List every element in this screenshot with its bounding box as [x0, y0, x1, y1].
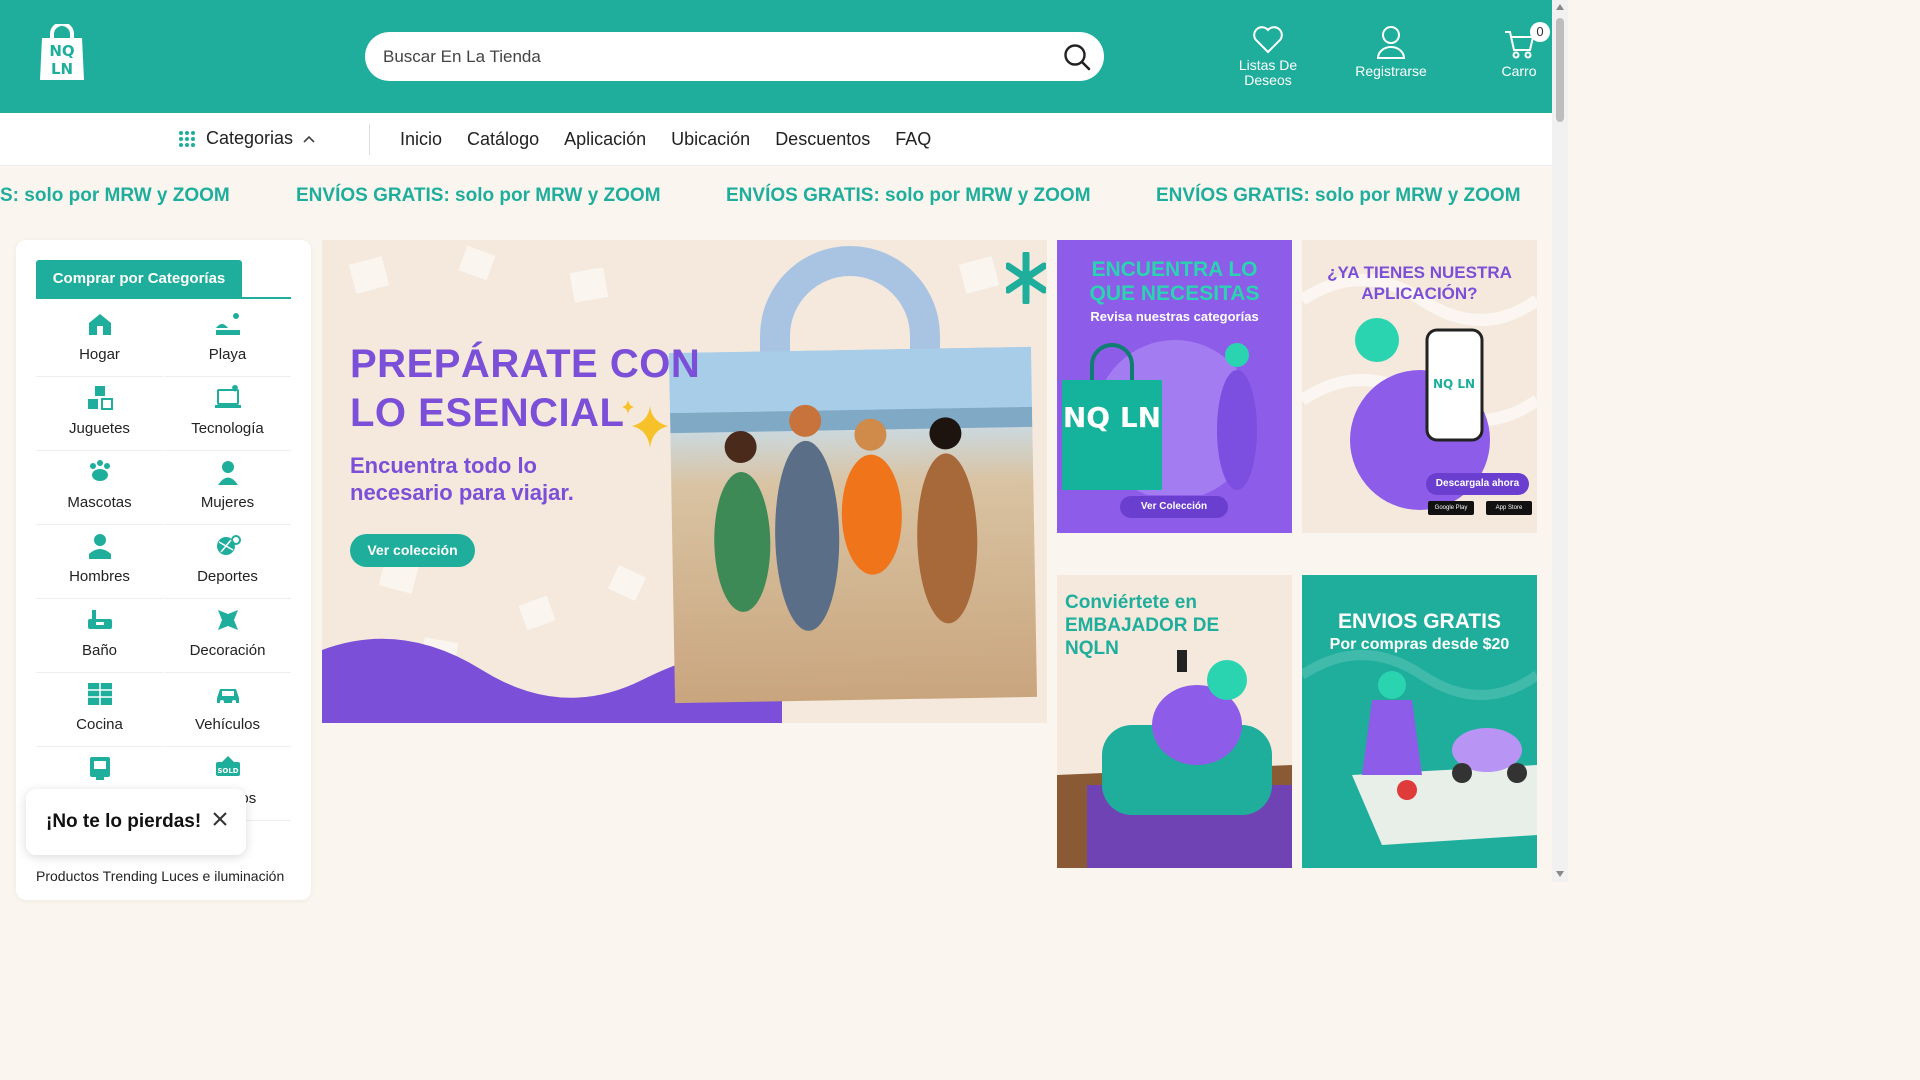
- nav-links: Inicio Catálogo Aplicación Ubicación Des…: [400, 129, 931, 150]
- card2-title: ¿YA TIENES NUESTRA APLICACIÓN?: [1327, 263, 1512, 303]
- card1-title: ENCUENTRA LO QUE NECESITAS: [1089, 258, 1260, 305]
- card1-subtitle: Revisa nuestras categorías: [1090, 309, 1259, 324]
- svg-text:NQ LN: NQ LN: [1433, 377, 1475, 391]
- promo-card-categories[interactable]: ENCUENTRA LO QUE NECESITAS Revisa nuestr…: [1057, 240, 1292, 533]
- bath-icon: [87, 610, 112, 629]
- cart-count-badge: 0: [1530, 22, 1550, 42]
- car-icon: [216, 689, 239, 704]
- categories-dropdown[interactable]: Categorias: [178, 128, 315, 149]
- trending-products-text[interactable]: Productos Trending Luces e iluminación: [36, 868, 284, 884]
- chevron-up-icon: [303, 135, 315, 143]
- category-mujeres[interactable]: Mujeres: [164, 452, 291, 525]
- card4-subtitle: Por compras desde $20: [1329, 636, 1510, 653]
- scroll-up-arrow-icon[interactable]: [1556, 4, 1564, 10]
- scrollbar-thumb[interactable]: [1556, 18, 1564, 122]
- category-mascotas[interactable]: Mascotas: [36, 452, 163, 525]
- cart-label: Carro: [1501, 63, 1537, 79]
- register-label: Registrarse: [1355, 63, 1427, 79]
- category-tecnologia[interactable]: Tecnología: [164, 378, 291, 451]
- toys-icon: [87, 386, 113, 410]
- hero-subtitle: Encuentra todo lo necesario para viajar.: [350, 453, 574, 505]
- category-hogar[interactable]: Hogar: [36, 304, 163, 377]
- nav-link-descuentos[interactable]: Descuentos: [775, 129, 870, 150]
- svg-text:NQ: NQ: [49, 42, 74, 60]
- category-deportes[interactable]: Deportes: [164, 526, 291, 599]
- user-icon: [1376, 26, 1406, 59]
- search-input[interactable]: [383, 32, 1043, 81]
- kitchen-icon: [87, 683, 112, 705]
- promo-toast: ¡No te lo pierdas!: [26, 789, 246, 855]
- asterisk-decoration: [1006, 252, 1046, 304]
- app-store-badge[interactable]: App Store: [1486, 501, 1532, 515]
- nav-link-ubicacion[interactable]: Ubicación: [671, 129, 750, 150]
- download-app-button[interactable]: Descargala ahora: [1426, 473, 1529, 495]
- marquee-item: ENVÍOS GRATIS: solo por MRW y ZOOM: [296, 185, 661, 206]
- pet-icon: [89, 460, 110, 481]
- svg-text:LN: LN: [51, 60, 73, 78]
- search-bar: [365, 32, 1104, 81]
- hero-banner[interactable]: PREPÁRATE CON LO ESENCIAL Encuentra todo…: [322, 240, 1047, 723]
- hero-cta-button[interactable]: Ver colección: [350, 534, 475, 567]
- category-vehiculos[interactable]: Vehículos: [164, 674, 291, 747]
- scroll-down-arrow-icon[interactable]: [1556, 871, 1564, 877]
- nav-divider: [369, 124, 370, 155]
- shop-by-category-tab[interactable]: Comprar por Categorías: [36, 260, 242, 298]
- search-icon[interactable]: [1062, 42, 1092, 72]
- google-play-badge[interactable]: Google Play: [1428, 501, 1474, 515]
- category-cocina[interactable]: Cocina: [36, 674, 163, 747]
- shipping-marquee: S: solo por MRW y ZOOM ENVÍOS GRATIS: so…: [0, 166, 1552, 224]
- svg-text:NQ LN: NQ LN: [1063, 401, 1161, 434]
- wishlist-label: Listas De Deseos: [1238, 57, 1298, 88]
- nav-link-aplicacion[interactable]: Aplicación: [564, 129, 646, 150]
- toast-text: ¡No te lo pierdas!: [46, 811, 202, 832]
- marquee-item: ENVÍOS GRATIS: solo por MRW y ZOOM: [726, 185, 1091, 206]
- card1-button[interactable]: Ver Colección: [1120, 496, 1228, 518]
- woman-icon: [217, 461, 238, 485]
- offers-icon: [89, 757, 110, 780]
- marquee-item: S: solo por MRW y ZOOM: [0, 185, 230, 206]
- categories-label: Categorias: [206, 128, 294, 148]
- promo-card-free-shipping[interactable]: ENVIOS GRATIS Por compras desde $20: [1302, 575, 1537, 868]
- category-decoracion[interactable]: Decoración: [164, 600, 291, 673]
- close-icon[interactable]: [212, 811, 228, 827]
- grid-icon: [179, 130, 195, 147]
- category-playa[interactable]: Playa: [164, 304, 291, 377]
- nav-link-catalogo[interactable]: Catálogo: [467, 129, 539, 150]
- card4-title: ENVIOS GRATIS: [1338, 610, 1501, 633]
- category-hombres[interactable]: Hombres: [36, 526, 163, 599]
- shopping-bag-illustration: NQ LN: [1062, 340, 1257, 495]
- main-nav: Categorias Inicio Catálogo Aplicación Ub…: [0, 113, 1552, 166]
- sold-icon: SOLD: [215, 756, 240, 776]
- beach-icon: [215, 313, 240, 335]
- svg-text:SOLD: SOLD: [217, 767, 238, 775]
- marquee-item: ENVÍOS GRATIS: solo por MRW y ZOOM: [1156, 185, 1521, 206]
- cart-button[interactable]: Carro 0: [1498, 22, 1550, 79]
- nav-link-faq[interactable]: FAQ: [895, 129, 931, 150]
- nav-link-inicio[interactable]: Inicio: [400, 129, 442, 150]
- page-scrollbar[interactable]: [1552, 0, 1568, 882]
- category-juguetes[interactable]: Juguetes: [36, 378, 163, 451]
- header-bar: NQ LN Listas De Deseos Registrarse Carro…: [0, 0, 1552, 113]
- laptop-icon: [214, 385, 241, 408]
- ambassador-illustration: [1057, 650, 1292, 868]
- store-logo[interactable]: NQ LN: [38, 22, 86, 82]
- heart-icon: [1253, 26, 1283, 54]
- man-icon: [88, 534, 111, 559]
- decoration-icon: [217, 610, 238, 630]
- home-icon: [88, 314, 111, 335]
- wishlist-button[interactable]: Listas De Deseos: [1236, 24, 1300, 88]
- category-bano[interactable]: Baño: [36, 600, 163, 673]
- register-button[interactable]: Registrarse: [1352, 24, 1430, 79]
- promo-card-ambassador[interactable]: Conviértete en EMBAJADOR DE NQLN: [1057, 575, 1292, 868]
- beach-photo: [668, 346, 1038, 704]
- sparkle-icon: [622, 400, 668, 448]
- promo-card-app[interactable]: NQ LN ¿YA TIENES NUESTRA APLICACIÓN? Des…: [1302, 240, 1537, 533]
- tab-underline: [36, 297, 291, 299]
- sports-icon: [216, 535, 241, 555]
